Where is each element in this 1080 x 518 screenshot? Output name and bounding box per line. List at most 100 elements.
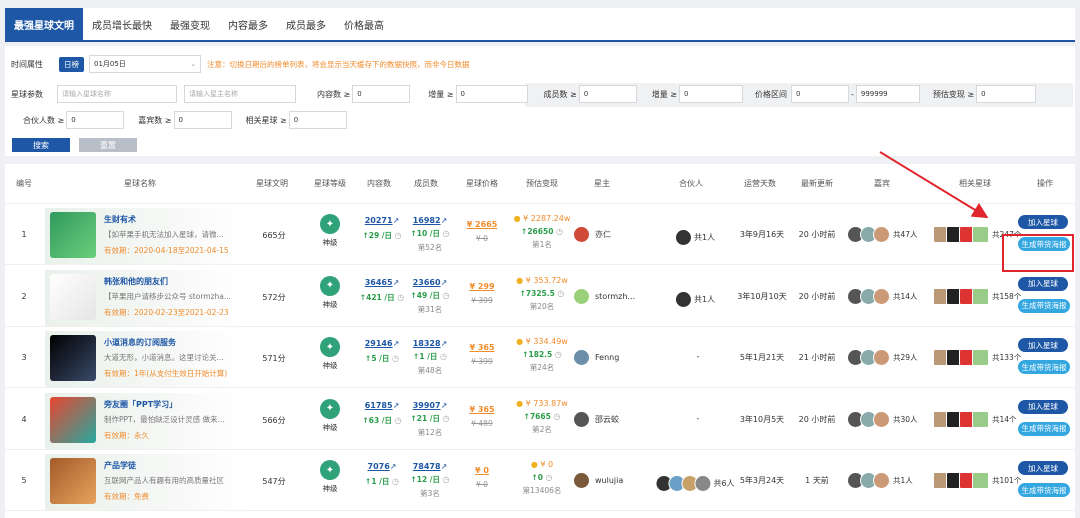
owner-name[interactable]: Fenng — [595, 353, 619, 362]
external-link-icon[interactable]: ↗ — [393, 216, 400, 225]
th-level[interactable]: 星球等级 — [314, 178, 346, 189]
guest-avatars[interactable] — [847, 287, 890, 305]
generate-poster-button[interactable]: 生成带货海报 — [1018, 298, 1070, 313]
price-min-input[interactable]: 0 — [791, 85, 849, 103]
th-days[interactable]: 运营天数 — [744, 178, 776, 189]
day-badge[interactable]: 日榜 — [59, 56, 84, 72]
planet-name-input[interactable]: 请输入星球名称 — [57, 85, 177, 103]
join-planet-button[interactable]: 加入星球 — [1018, 399, 1068, 414]
member-count-link[interactable]: 23660 — [413, 278, 441, 287]
planet-image[interactable] — [50, 212, 96, 258]
tab-fastest-growth[interactable]: 成员增长最快 — [83, 8, 161, 40]
clock-icon[interactable]: ◷ — [392, 231, 402, 240]
date-select[interactable]: 01月05日 ⌄ — [89, 55, 201, 73]
owner-name[interactable]: 亦仁 — [595, 229, 611, 240]
join-planet-button[interactable]: 加入星球 — [1018, 461, 1068, 475]
related-avatars[interactable] — [933, 287, 989, 305]
partner-avatars[interactable] — [674, 290, 692, 308]
owner-cell[interactable]: 亦仁 — [573, 226, 611, 243]
guest-min-input[interactable]: 0 — [173, 111, 232, 129]
join-planet-button[interactable]: 加入星球 — [1018, 215, 1068, 229]
clock-icon[interactable]: ◷ — [440, 475, 450, 484]
clock-icon[interactable]: ◷ — [543, 473, 553, 482]
external-link-icon[interactable]: ↗ — [441, 462, 448, 471]
clock-icon[interactable]: ◷ — [440, 229, 450, 238]
generate-poster-button[interactable]: 生成带货海报 — [1018, 360, 1070, 374]
content-count-link[interactable]: 36465 — [365, 278, 393, 287]
planet-price[interactable]: ¥ 365 — [469, 343, 494, 352]
partner-avatars[interactable] — [655, 475, 712, 492]
owner-name[interactable]: stormzh... — [595, 292, 635, 301]
avatar[interactable] — [573, 226, 590, 243]
avatar[interactable] — [873, 349, 890, 366]
planet-name[interactable]: 产品学徒 — [104, 460, 136, 471]
external-link-icon[interactable]: ↗ — [441, 339, 448, 348]
avatar[interactable] — [972, 287, 989, 305]
content-inc-input[interactable]: 0 — [455, 85, 528, 103]
tab-highest-price[interactable]: 价格最高 — [335, 8, 393, 40]
avatar[interactable] — [972, 349, 989, 366]
tab-most-members[interactable]: 成员最多 — [277, 8, 335, 40]
avatar[interactable] — [573, 287, 590, 305]
clock-icon[interactable]: ◷ — [395, 293, 404, 302]
planet-name[interactable]: 小道消息的订阅服务 — [104, 337, 176, 348]
planet-image[interactable] — [50, 396, 96, 443]
avatar[interactable] — [873, 472, 890, 489]
avatar[interactable] — [573, 472, 590, 489]
search-button[interactable]: 搜索 — [12, 138, 70, 152]
external-link-icon[interactable]: ↗ — [393, 339, 400, 348]
generate-poster-button[interactable]: 生成带货海报 — [1018, 483, 1070, 497]
guest-avatars[interactable] — [847, 410, 890, 428]
planet-cell[interactable]: 产品学徒 互联网产品人有趣有用的高质量社区 有效期：免费 — [45, 454, 245, 510]
avatar[interactable] — [573, 410, 590, 428]
owner-cell[interactable]: wulujia — [573, 472, 623, 489]
partner-avatars[interactable] — [674, 229, 692, 246]
avatar[interactable] — [873, 287, 890, 305]
avatar[interactable] — [972, 410, 989, 428]
member-count-link[interactable]: 39907 — [413, 401, 441, 410]
avatar[interactable] — [972, 226, 989, 243]
guest-avatars[interactable] — [847, 472, 890, 489]
content-count-link[interactable]: 29146 — [365, 339, 393, 348]
th-related[interactable]: 相关星球 — [959, 178, 991, 189]
price-max-input[interactable]: 999999 — [855, 85, 920, 103]
planet-cell[interactable]: 韩张和他的朋友们 【苹果用户请移步公众号 stormzha... 有效期：202… — [45, 269, 245, 326]
clock-icon[interactable]: ◷ — [553, 227, 563, 236]
external-link-icon[interactable]: ↗ — [441, 278, 448, 287]
content-count-link[interactable]: 61785 — [365, 401, 393, 410]
planet-cell[interactable]: 小道消息的订阅服务 大道无形，小道消息。这里讨论关... 有效期：1年(从支付生… — [45, 331, 245, 387]
clock-icon[interactable]: ◷ — [555, 289, 564, 298]
external-link-icon[interactable]: ↗ — [390, 462, 397, 471]
clock-icon[interactable]: ◷ — [440, 291, 450, 300]
planet-image[interactable] — [50, 273, 96, 320]
tab-strongest-monetization[interactable]: 最强变现 — [161, 8, 219, 40]
related-min-input[interactable]: 0 — [288, 111, 347, 129]
planet-image[interactable] — [50, 335, 96, 381]
related-avatars[interactable] — [933, 349, 989, 366]
clock-icon[interactable]: ◷ — [551, 412, 560, 421]
cash-min-input[interactable]: 0 — [976, 85, 1037, 103]
th-update[interactable]: 最新更新 — [801, 178, 833, 189]
th-price[interactable]: 星球价格 — [466, 178, 498, 189]
generate-poster-button[interactable]: 生成带货海报 — [1018, 421, 1070, 436]
content-count-link[interactable]: 7076 — [368, 462, 390, 471]
th-est[interactable]: 预估变现 — [526, 178, 558, 189]
member-inc-input[interactable]: 0 — [679, 85, 743, 103]
th-content[interactable]: 内容数 — [367, 178, 391, 189]
owner-cell[interactable]: Fenng — [573, 349, 619, 366]
planet-cell[interactable]: 旁友圈「PPT学习」 制作PPT，最怕缺乏设计灵感 做来... 有效期：永久 — [45, 392, 245, 449]
th-guests[interactable]: 嘉宾 — [874, 178, 890, 189]
join-planet-button[interactable]: 加入星球 — [1018, 338, 1068, 352]
related-avatars[interactable] — [933, 472, 989, 489]
external-link-icon[interactable]: ↗ — [393, 278, 400, 287]
planet-name[interactable]: 生财有术 — [104, 214, 136, 225]
clock-icon[interactable]: ◷ — [392, 416, 402, 425]
member-count-link[interactable]: 16982 — [413, 216, 441, 225]
planet-price[interactable]: ¥ 365 — [469, 405, 494, 414]
avatar[interactable] — [972, 472, 989, 489]
related-avatars[interactable] — [933, 410, 989, 428]
join-planet-button[interactable]: 加入星球 — [1018, 276, 1068, 291]
avatar[interactable] — [873, 410, 890, 428]
owner-cell[interactable]: stormzh... — [573, 287, 635, 305]
planet-image[interactable] — [50, 458, 96, 504]
